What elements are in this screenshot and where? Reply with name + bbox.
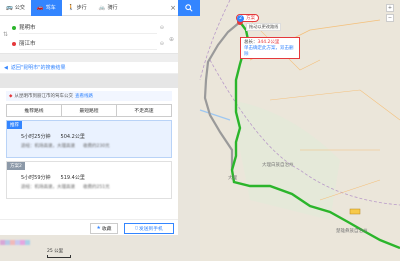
route-inputs: ⇅ 昆明市 ⊖ 丽江市 ⊖ ⊕ [0, 16, 178, 54]
route-summary: 5小时59分钟 519.4公里 [21, 174, 85, 181]
send-to-phone-button[interactable]: ▯ 发送到手机 [124, 223, 174, 234]
close-icon[interactable]: × [168, 4, 178, 12]
route-details: 途经：机场高速，大理高速 收费约251元 [21, 184, 110, 190]
map-scale: 25 公里 [47, 248, 71, 258]
tab-drive-label: 驾车 [45, 5, 56, 11]
search-button[interactable] [178, 0, 200, 16]
back-arrow-icon: ◀ [4, 64, 8, 71]
map-label-chuxiong: 楚雄彝族自治州 [336, 229, 368, 234]
drag-hint-tooltip: 拖动以更改路线 [246, 23, 282, 31]
info-total-distance: 344.2公里 [257, 40, 280, 45]
route-notice: ◆ 从昆明市到丽江市的驾车公交 查看线路 [6, 91, 172, 101]
map-label-dali-city: 大理 [228, 176, 237, 181]
preference-tabs: 推荐路线 最短路程 不走高速 [6, 104, 172, 117]
zoom-out-button[interactable]: − [386, 14, 394, 22]
plan-number-badge: 2 [237, 14, 244, 22]
route-via: 途经：机场高速，大理高速 [21, 144, 75, 149]
route-via: 途经：机场高速，大理高速 [21, 185, 75, 190]
tab-walk-label: 步行 [76, 5, 87, 11]
route-option-2[interactable]: 方案2 5小时59分钟 519.4公里 途经：机场高速，大理高速 收费约251元 [6, 161, 172, 199]
notice-text: 从昆明市到丽江市的驾车公交 [14, 94, 73, 99]
notice-icon: ◆ [9, 93, 13, 99]
send-to-phone-label: 发送到手机 [138, 227, 163, 232]
route-summary: 5小时25分钟 504.2公里 [21, 133, 85, 140]
divider-strip [0, 54, 178, 62]
map-label-dali: 大理白族自治州 [262, 163, 294, 168]
map-tools: + − [386, 4, 394, 22]
start-remove-icon[interactable]: ⊖ [160, 25, 164, 31]
start-row: 昆明市 ⊖ [12, 21, 164, 34]
route-option-1[interactable]: 推荐 5小时25分钟 504.2公里 途经：机场高速，大理高速 收费约230元 [6, 120, 172, 158]
swap-icon[interactable]: ⇅ [3, 31, 8, 38]
back-to-results-link[interactable]: 返回"昆明市"的搜索结果 [11, 64, 66, 71]
tab-bus-label: 公交 [14, 5, 25, 11]
start-input[interactable]: 昆明市 [19, 22, 157, 34]
highway-shield [349, 208, 361, 215]
divider-strip-2 [0, 74, 178, 88]
end-remove-icon[interactable]: ⊖ [160, 41, 164, 47]
add-waypoint-icon[interactable]: ⊕ [169, 36, 174, 43]
route-distance: 504.2公里 [60, 134, 85, 140]
map-logo [0, 240, 44, 261]
transport-mode-bar: 🚌 公交 🚗 驾车 🚶 步行 🚲 骑行 × [0, 0, 178, 16]
tab-recommended[interactable]: 推荐路线 [7, 105, 62, 116]
route-time: 5小时25分钟 [21, 134, 51, 140]
walk-icon: 🚶 [67, 4, 75, 11]
favorite-label: 收藏 [101, 227, 112, 232]
route-results-panel: ◆ 从昆明市到丽江市的驾车公交 查看线路 推荐路线 最短路程 不走高速 推荐 5… [0, 88, 178, 219]
tab-bike-label: 骑行 [107, 5, 118, 11]
bus-icon: 🚌 [6, 4, 13, 11]
start-row-tools: ⊖ [160, 25, 164, 31]
tab-no-highway[interactable]: 不走高速 [117, 105, 171, 116]
car-icon: 🚗 [36, 4, 44, 11]
route-distance: 519.4公里 [60, 175, 85, 181]
route-info-popup[interactable]: 总长：344.2公里 单击确定此方案，双击删除 [240, 37, 300, 59]
plan-marker[interactable]: 2 方案 [236, 14, 259, 22]
scale-label: 25 公里 [47, 249, 64, 254]
tab-shortest[interactable]: 最短路程 [62, 105, 117, 116]
bottom-action-bar: ★ 收藏 ▯ 发送到手机 [0, 219, 178, 235]
info-total-prefix: 总长： [244, 40, 258, 45]
info-action-hint[interactable]: 单击确定此方案，双击删除 [244, 46, 296, 58]
tab-drive[interactable]: 🚗 驾车 [30, 0, 62, 16]
tab-bus[interactable]: 🚌 公交 [0, 0, 31, 16]
end-row-tools: ⊖ [160, 41, 164, 47]
favorite-button[interactable]: ★ 收藏 [90, 223, 118, 234]
zoom-in-button[interactable]: + [386, 4, 394, 12]
tab-bike[interactable]: 🚲 骑行 [93, 0, 124, 16]
end-dot-icon [12, 41, 16, 46]
star-icon: ★ [96, 226, 101, 231]
search-icon [185, 4, 193, 12]
back-bar: ◀ 返回"昆明市"的搜索结果 [0, 62, 178, 74]
route-toll: 收费约230元 [83, 144, 110, 149]
tab-walk[interactable]: 🚶 步行 [62, 0, 93, 16]
plan-marker-label: 方案 [246, 16, 255, 21]
route-badge: 推荐 [7, 121, 22, 129]
start-dot-icon [12, 25, 16, 30]
route-time: 5小时59分钟 [21, 175, 51, 181]
route-badge: 方案2 [7, 162, 25, 170]
bike-icon: 🚲 [98, 4, 106, 11]
end-input[interactable]: 丽江市 [19, 38, 157, 50]
phone-icon: ▯ [135, 226, 138, 231]
scale-bar [47, 255, 71, 258]
route-details: 途经：机场高速，大理高速 收费约230元 [21, 143, 110, 149]
route-toll: 收费约251元 [83, 185, 110, 190]
notice-link[interactable]: 查看线路 [75, 93, 93, 99]
end-row: 丽江市 ⊖ [12, 37, 164, 50]
